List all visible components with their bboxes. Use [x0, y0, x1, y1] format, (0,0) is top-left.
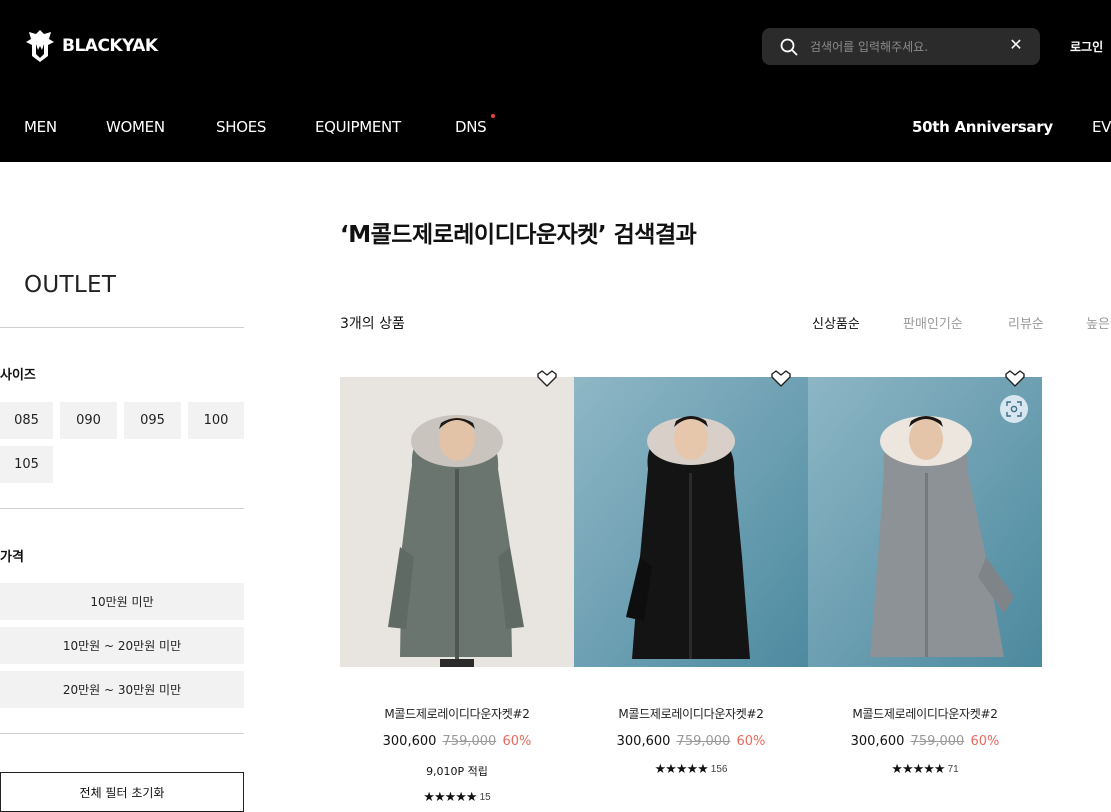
original-price: 759,000: [442, 734, 497, 749]
site-header: BLACKYAK ✕ 로그인 MEN WOMEN SHOES EQUIPMENT…: [0, 0, 1111, 162]
review-count: 156: [710, 764, 728, 775]
sale-price: 300,600: [850, 734, 905, 749]
wishlist-heart-icon[interactable]: [535, 368, 559, 388]
price-filter-label: 가격: [0, 550, 24, 565]
sort-reviews[interactable]: 리뷰순: [1008, 313, 1044, 332]
rating: ★★★★★ 71: [808, 761, 1042, 777]
sort-newest[interactable]: 신상품순: [812, 313, 860, 332]
product-price: 300,600 759,000 60%: [574, 734, 808, 749]
nav-dns[interactable]: DNS: [455, 118, 487, 136]
size-option-085[interactable]: 085: [0, 402, 53, 439]
nav-event[interactable]: EV: [1092, 118, 1111, 136]
search-icon[interactable]: [780, 38, 798, 56]
search-result-title: ‘M콜드제로레이디다운자켓’ 검색결과: [340, 222, 697, 248]
product-price: 300,600 759,000 60%: [340, 734, 574, 749]
size-option-105[interactable]: 105: [0, 446, 53, 483]
scan-icon: [1006, 401, 1022, 417]
product-image[interactable]: [340, 377, 574, 667]
search-input[interactable]: [810, 35, 1000, 59]
price-option-label: 10만원 ~ 20만원 미만: [62, 639, 182, 653]
main-nav: MEN WOMEN SHOES EQUIPMENT DNS 50th Anniv…: [0, 114, 1111, 140]
rating-stars: ★★★★★: [654, 761, 709, 776]
discount-rate: 60%: [736, 734, 766, 749]
divider: [0, 733, 244, 734]
wishlist-heart-icon[interactable]: [1003, 368, 1027, 388]
brand-logo[interactable]: BLACKYAK: [24, 28, 158, 64]
logo-text: BLACKYAK: [62, 36, 158, 56]
reward-points: 9,010P 적립: [426, 765, 488, 778]
nav-men[interactable]: MEN: [24, 118, 57, 136]
divider: [0, 508, 244, 509]
product-price: 300,600 759,000 60%: [808, 734, 1042, 749]
divider: [0, 327, 244, 328]
size-option-095[interactable]: 095: [124, 402, 181, 439]
product-name[interactable]: M콜드제로레이디다운자켓#2: [808, 705, 1042, 722]
quick-view-button[interactable]: [1000, 395, 1028, 423]
sort-price-high[interactable]: 높은: [1086, 313, 1110, 332]
rating-stars: ★★★★★: [891, 761, 945, 776]
nav-50th-anniversary[interactable]: 50th Anniversary: [912, 118, 1053, 136]
product-card[interactable]: M콜드제로레이디다운자켓#2 300,600 759,000 60% ★★★★★…: [808, 370, 1042, 776]
nav-women[interactable]: WOMEN: [106, 118, 165, 136]
price-option-20-30[interactable]: 20만원 ~ 30만원 미만: [0, 671, 244, 708]
login-link[interactable]: 로그인: [1070, 38, 1103, 55]
product-name[interactable]: M콜드제로레이디다운자켓#2: [340, 705, 574, 722]
product-card[interactable]: M콜드제로레이디다운자켓#2 300,600 759,000 60% ★★★★★…: [574, 370, 808, 776]
sort-popular[interactable]: 판매인기순: [903, 313, 963, 332]
nav-shoes[interactable]: SHOES: [216, 118, 266, 136]
discount-rate: 60%: [970, 734, 1000, 749]
wishlist-heart-icon[interactable]: [769, 368, 793, 388]
reset-filters-button[interactable]: 전체 필터 초기화: [0, 772, 244, 812]
clear-search-icon[interactable]: ✕: [1008, 37, 1024, 55]
discount-rate: 60%: [502, 734, 532, 749]
model-photo: [340, 377, 574, 667]
price-option-label: 10만원 미만: [90, 595, 154, 609]
product-name[interactable]: M콜드제로레이디다운자켓#2: [574, 705, 808, 722]
review-count: 15: [479, 792, 491, 803]
product-image[interactable]: [808, 377, 1042, 667]
yak-logo-icon: [26, 30, 54, 62]
original-price: 759,000: [910, 734, 965, 749]
product-count: 3개의 상품: [340, 316, 405, 332]
new-dot-badge: [491, 114, 495, 118]
price-option-under-10[interactable]: 10만원 미만: [0, 583, 244, 620]
price-option-label: 20만원 ~ 30만원 미만: [62, 683, 182, 697]
product-image[interactable]: [574, 377, 808, 667]
sale-price: 300,600: [616, 734, 671, 749]
price-option-10-20[interactable]: 10만원 ~ 20만원 미만: [0, 627, 244, 664]
size-filter-label: 사이즈: [0, 368, 36, 383]
size-option-100[interactable]: 100: [188, 402, 244, 439]
product-card[interactable]: M콜드제로레이디다운자켓#2 300,600 759,000 60% 9,010…: [340, 370, 574, 804]
model-photo: [574, 377, 808, 667]
review-count: 71: [947, 764, 959, 775]
search-bar: ✕: [762, 28, 1040, 65]
original-price: 759,000: [676, 734, 731, 749]
sale-price: 300,600: [382, 734, 437, 749]
nav-equipment[interactable]: EQUIPMENT: [315, 118, 401, 136]
rating: ★★★★★ 15: [340, 789, 574, 805]
rating: ★★★★★ 156: [574, 761, 808, 777]
sidebar-title: OUTLET: [24, 272, 117, 298]
rating-stars: ★★★★★: [423, 789, 477, 804]
size-option-090[interactable]: 090: [60, 402, 117, 439]
